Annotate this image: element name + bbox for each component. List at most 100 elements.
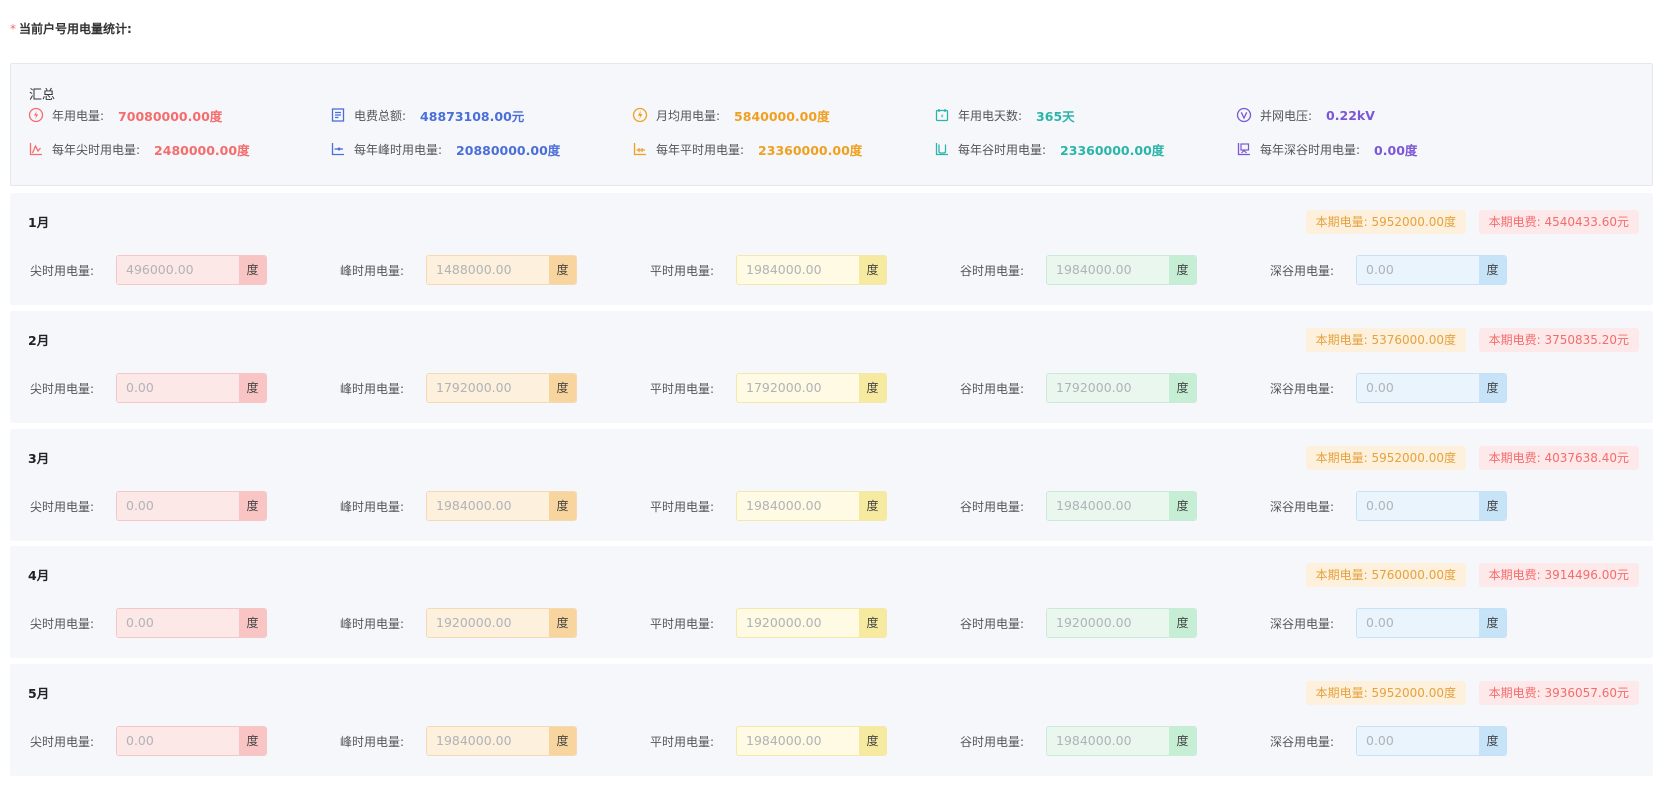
stat-value: 2480000.00度	[154, 142, 250, 158]
stat-value: 365天	[1036, 108, 1075, 124]
gu-field: 谷时用电量: 1984000.00 度	[960, 491, 1197, 521]
gu-usage-input[interactable]: 1984000.00	[1047, 256, 1169, 284]
input-group: 1792000.00 度	[736, 373, 887, 403]
ping-usage-input[interactable]: 1984000.00	[737, 727, 859, 755]
field-label: 深谷用电量:	[1270, 381, 1335, 396]
period-usage-tag: 本期电量: 5376000.00度	[1305, 328, 1466, 352]
field-label: 深谷用电量:	[1270, 499, 1335, 514]
shengu-usage-input[interactable]: 0.00	[1357, 609, 1479, 637]
unit-suffix: 度	[1169, 256, 1196, 284]
ping-usage-input[interactable]: 1792000.00	[737, 374, 859, 402]
stat-annual-shengu: 每年深谷时用电量: 0.00度	[1236, 140, 1417, 158]
voltage-icon	[1236, 107, 1252, 123]
field-label: 尖时用电量:	[30, 616, 95, 631]
month-section: 2月 本期电量: 5376000.00度 本期电费: 3750835.20元 尖时用电…	[10, 311, 1653, 423]
jian-usage-input[interactable]: 0.00	[117, 609, 239, 637]
feng-usage-input[interactable]: 1984000.00	[427, 727, 549, 755]
unit-suffix: 度	[549, 609, 576, 637]
field-label: 谷时用电量:	[960, 263, 1025, 278]
period-usage-tag: 本期电量: 5952000.00度	[1305, 210, 1466, 234]
jian-usage-input[interactable]: 0.00	[117, 492, 239, 520]
input-group: 0.00 度	[1356, 491, 1507, 521]
unit-suffix: 度	[859, 374, 886, 402]
shengu-usage-input[interactable]: 0.00	[1357, 256, 1479, 284]
unit-suffix: 度	[859, 256, 886, 284]
stat-value: 0.00度	[1374, 142, 1418, 158]
period-usage-tag: 本期电量: 5760000.00度	[1305, 563, 1466, 587]
input-group: 1984000.00 度	[1046, 491, 1197, 521]
jian-field: 尖时用电量: 0.00 度	[30, 608, 267, 638]
stat-label: 电费总额:	[354, 108, 407, 123]
feng-field: 峰时用电量: 1488000.00 度	[340, 255, 577, 285]
gu-usage-input[interactable]: 1792000.00	[1047, 374, 1169, 402]
unit-suffix: 度	[549, 374, 576, 402]
unit-suffix: 度	[239, 609, 266, 637]
ping-usage-input[interactable]: 1984000.00	[737, 492, 859, 520]
gu-usage-input[interactable]: 1984000.00	[1047, 727, 1169, 755]
gu-usage-input[interactable]: 1984000.00	[1047, 492, 1169, 520]
stat-annual-jian: 每年尖时用电量: 2480000.00度	[28, 140, 250, 158]
input-group: 0.00 度	[116, 491, 267, 521]
period-fee-tag: 本期电费: 4540433.60元	[1478, 210, 1639, 234]
month-title: 2月	[28, 333, 50, 348]
field-label: 平时用电量:	[650, 499, 715, 514]
gu-field: 谷时用电量: 1792000.00 度	[960, 373, 1197, 403]
stat-annual-ping: 每年平时用电量: 23360000.00度	[632, 140, 862, 158]
stat-label: 每年峰时用电量:	[354, 142, 443, 157]
input-group: 1920000.00 度	[426, 608, 577, 638]
summary-panel: 汇总 年用电量: 70080000.00度 电费总额: 48873108.00元…	[10, 63, 1653, 186]
ping-usage-input[interactable]: 1984000.00	[737, 256, 859, 284]
unit-suffix: 度	[859, 492, 886, 520]
ping-field: 平时用电量: 1984000.00 度	[650, 491, 887, 521]
page-title-text: 当前户号用电量统计:	[19, 22, 132, 36]
month-title: 4月	[28, 568, 50, 583]
gu-field: 谷时用电量: 1984000.00 度	[960, 255, 1197, 285]
month-section: 4月 本期电量: 5760000.00度 本期电费: 3914496.00元 尖时用电…	[10, 546, 1653, 658]
gu-usage-input[interactable]: 1920000.00	[1047, 609, 1169, 637]
field-label: 平时用电量:	[650, 381, 715, 396]
field-label: 平时用电量:	[650, 263, 715, 278]
field-label: 谷时用电量:	[960, 616, 1025, 631]
jian-usage-input[interactable]: 496000.00	[117, 256, 239, 284]
feng-usage-input[interactable]: 1792000.00	[427, 374, 549, 402]
flat-chart-icon	[632, 141, 648, 157]
input-group: 0.00 度	[1356, 373, 1507, 403]
unit-suffix: 度	[1169, 727, 1196, 755]
input-group: 1488000.00 度	[426, 255, 577, 285]
deep-valley-chart-icon	[1236, 141, 1252, 157]
gu-field: 谷时用电量: 1984000.00 度	[960, 726, 1197, 756]
month-title: 5月	[28, 686, 50, 701]
input-group: 1792000.00 度	[1046, 373, 1197, 403]
input-group: 1920000.00 度	[1046, 608, 1197, 638]
stat-voltage: 并网电压: 0.22kV	[1236, 106, 1375, 124]
stat-value: 23360000.00度	[1060, 142, 1165, 158]
field-label: 谷时用电量:	[960, 734, 1025, 749]
input-group: 0.00 度	[1356, 255, 1507, 285]
input-group: 1984000.00 度	[736, 491, 887, 521]
input-group: 1792000.00 度	[426, 373, 577, 403]
field-label: 平时用电量:	[650, 616, 715, 631]
stat-label: 月均用电量:	[656, 108, 721, 123]
field-label: 深谷用电量:	[1270, 263, 1335, 278]
stat-annual-gu: 每年谷时用电量: 23360000.00度	[934, 140, 1164, 158]
shengu-usage-input[interactable]: 0.00	[1357, 374, 1479, 402]
jian-usage-input[interactable]: 0.00	[117, 374, 239, 402]
input-group: 1920000.00 度	[736, 608, 887, 638]
input-group: 0.00 度	[1356, 608, 1507, 638]
feng-usage-input[interactable]: 1488000.00	[427, 256, 549, 284]
shengu-usage-input[interactable]: 0.00	[1357, 492, 1479, 520]
unit-suffix: 度	[1169, 374, 1196, 402]
stat-value: 70080000.00度	[118, 108, 223, 124]
feng-usage-input[interactable]: 1984000.00	[427, 492, 549, 520]
ping-usage-input[interactable]: 1920000.00	[737, 609, 859, 637]
shengu-usage-input[interactable]: 0.00	[1357, 727, 1479, 755]
input-group: 1984000.00 度	[736, 726, 887, 756]
stat-value: 48873108.00元	[420, 108, 525, 124]
jian-usage-input[interactable]: 0.00	[117, 727, 239, 755]
field-label: 尖时用电量:	[30, 263, 95, 278]
jian-field: 尖时用电量: 0.00 度	[30, 726, 267, 756]
feng-usage-input[interactable]: 1920000.00	[427, 609, 549, 637]
stat-label: 并网电压:	[1260, 108, 1313, 123]
feng-field: 峰时用电量: 1920000.00 度	[340, 608, 577, 638]
high-chart-icon	[330, 141, 346, 157]
